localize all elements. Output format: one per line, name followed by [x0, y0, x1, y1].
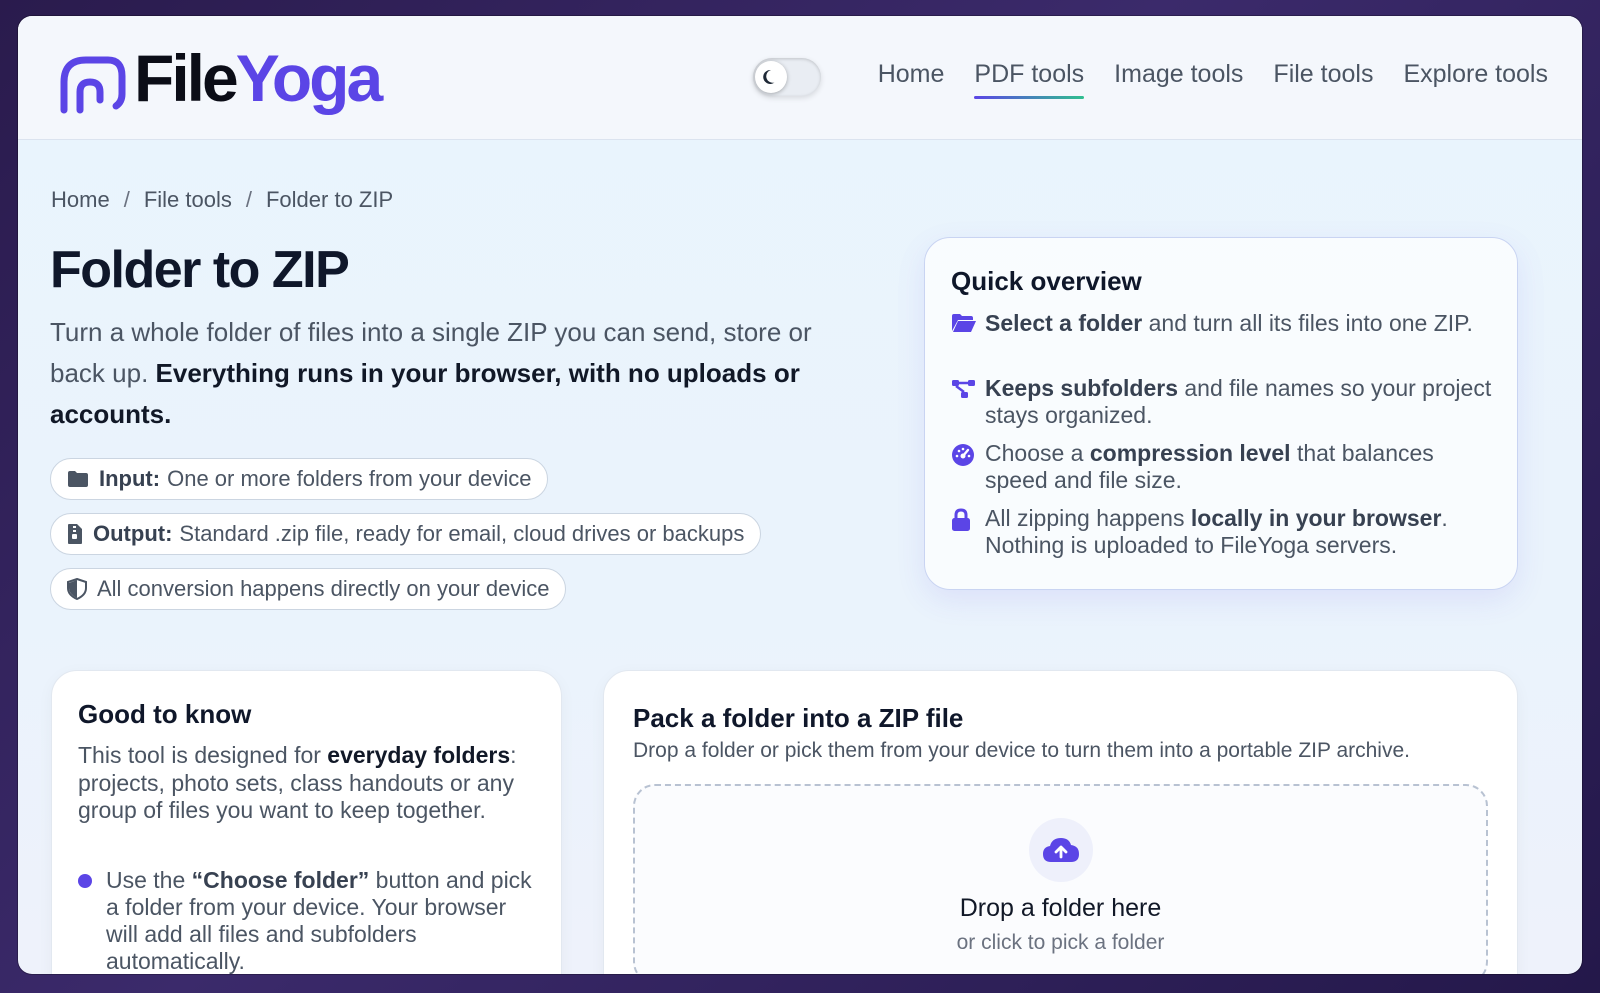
overview-emphasis: Keeps subfolders	[985, 375, 1178, 401]
overview-item: Choose a compression level that balances…	[951, 440, 1496, 494]
folder-open-icon	[951, 310, 985, 338]
cloud-upload-icon	[1029, 818, 1093, 882]
bullet-emphasis: “Choose folder”	[191, 867, 370, 893]
good-to-know-text: This tool is designed for everyday folde…	[78, 742, 538, 825]
logo[interactable]: FileYoga	[56, 42, 383, 114]
nav-home[interactable]: Home	[878, 60, 945, 97]
browser-window: FileYoga Home PDF tools Image tools File…	[18, 16, 1582, 974]
brand-name-part1: File	[134, 41, 239, 115]
privacy-pill-text: All conversion happens directly on your …	[97, 576, 550, 601]
output-pill-text: Standard .zip file, ready for email, clo…	[179, 521, 745, 546]
privacy-pill: All conversion happens directly on your …	[50, 568, 567, 610]
gauge-icon	[951, 440, 985, 494]
folder-icon	[67, 470, 89, 488]
fileyoga-logo-icon	[60, 56, 126, 114]
folder-dropzone[interactable]: Drop a folder here or click to pick a fo…	[633, 784, 1488, 974]
theme-toggle[interactable]	[753, 58, 821, 96]
good-to-know-emphasis: everyday folders	[327, 742, 511, 768]
nav-file-tools[interactable]: File tools	[1273, 60, 1373, 97]
shield-icon	[67, 578, 87, 600]
input-pill-text: One or more folders from your device	[167, 466, 532, 491]
overview-item: Keeps subfolders and file names so your …	[951, 375, 1496, 429]
breadcrumb-separator: /	[123, 187, 130, 212]
overview-emphasis: locally in your browser	[1190, 505, 1442, 531]
breadcrumb: Home / File tools / Folder to ZIP	[51, 187, 393, 213]
list-item: Use the “Choose folder” button and pick …	[78, 867, 538, 974]
overview-emphasis: compression level	[1089, 440, 1291, 466]
page-title: Folder to ZIP	[50, 241, 350, 299]
toggle-knob	[755, 61, 787, 93]
lead-emphasis: Everything runs in your browser, with no…	[50, 358, 800, 429]
input-pill-label: Input:	[99, 466, 161, 491]
main-nav: Home PDF tools Image tools File tools Ex…	[878, 60, 1548, 99]
moon-icon	[763, 69, 775, 84]
overview-text: All zipping happens	[985, 505, 1191, 531]
overview-text: Choose a	[985, 440, 1090, 466]
overview-emphasis: Select a folder	[985, 310, 1143, 336]
output-pill-label: Output:	[93, 521, 173, 546]
bullet-text: Use the	[106, 867, 192, 893]
quick-overview-card: Quick overview Select a folder and turn …	[924, 237, 1518, 590]
quick-overview-title: Quick overview	[951, 266, 1142, 296]
dropzone-title: Drop a folder here	[959, 894, 1162, 922]
good-to-know-text-part: This tool is designed for	[78, 742, 328, 768]
zip-file-icon	[67, 523, 83, 545]
dropzone-subtitle: or click to pick a folder	[956, 931, 1165, 954]
tree-icon	[951, 375, 985, 429]
good-to-know-title: Good to know	[78, 699, 252, 729]
overview-item: All zipping happens locally in your brow…	[951, 505, 1496, 559]
input-pill: Input: One or more folders from your dev…	[50, 458, 549, 500]
nav-explore-tools[interactable]: Explore tools	[1403, 60, 1548, 97]
output-pill: Output: Standard .zip file, ready for em…	[50, 513, 762, 555]
breadcrumb-separator: /	[245, 187, 252, 212]
bullet-dot	[78, 874, 92, 888]
nav-image-tools[interactable]: Image tools	[1114, 60, 1243, 97]
overview-item: Select a folder and turn all its files i…	[951, 310, 1496, 338]
overview-text: and turn all its files into one ZIP.	[1142, 310, 1473, 336]
pack-subtitle: Drop a folder or pick them from your dev…	[633, 739, 1410, 762]
pack-title: Pack a folder into a ZIP file	[633, 703, 964, 733]
pack-folder-card: Pack a folder into a ZIP file Drop a fol…	[603, 670, 1518, 974]
good-to-know-card: Good to know This tool is designed for e…	[51, 670, 562, 974]
brand-name: FileYoga	[134, 45, 383, 111]
nav-pdf-tools[interactable]: PDF tools	[974, 60, 1084, 99]
lock-icon	[951, 505, 985, 559]
breadcrumb-home[interactable]: Home	[51, 187, 110, 213]
page-lead: Turn a whole folder of files into a sing…	[50, 312, 850, 435]
brand-name-part2: Yoga	[235, 41, 383, 115]
breadcrumb-current: Folder to ZIP	[265, 187, 394, 212]
breadcrumb-file-tools[interactable]: File tools	[144, 187, 232, 213]
site-header: FileYoga Home PDF tools Image tools File…	[18, 16, 1582, 140]
